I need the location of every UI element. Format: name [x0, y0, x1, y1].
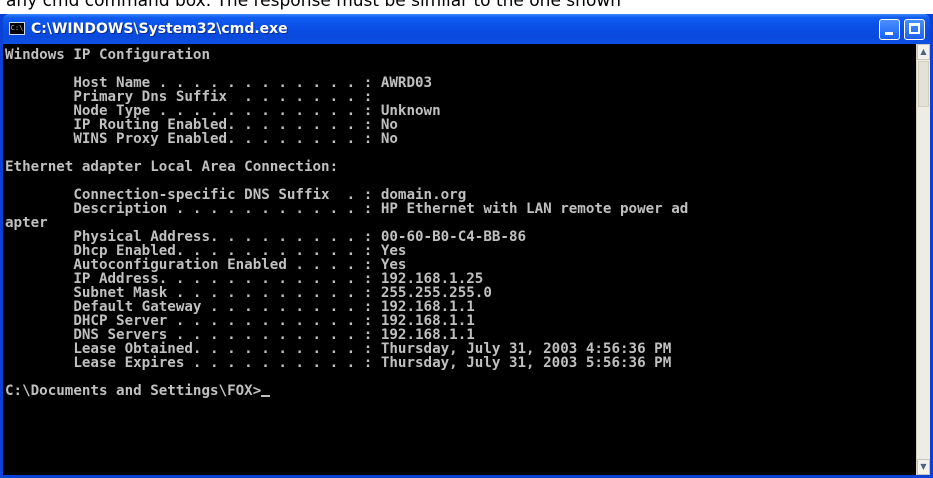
console-line: Dhcp Enabled. . . . . . . . . . . : Yes	[5, 243, 407, 259]
console-line: Lease Obtained. . . . . . . . . . : Thur…	[5, 341, 672, 357]
page-caption-text: any cmd command box. The response must b…	[6, 0, 622, 11]
console-line: Lease Expires . . . . . . . . . . : Thur…	[5, 355, 672, 371]
console-line: Physical Address. . . . . . . . . : 00-6…	[5, 229, 527, 245]
vertical-scrollbar[interactable]: ▲ ▼	[916, 44, 930, 475]
console-line: DNS Servers . . . . . . . . . . . : 192.…	[5, 327, 475, 343]
text-cursor	[261, 395, 271, 397]
console-line: Default Gateway . . . . . . . . . : 192.…	[5, 299, 475, 315]
scroll-down-arrow-icon: ▼	[920, 462, 927, 471]
cmd-window: C:\ C:\WINDOWS\System32\cmd.exe Windows …	[0, 14, 933, 478]
console-line: Windows IP Configuration	[5, 47, 210, 63]
scroll-up-arrow-icon: ▲	[920, 47, 927, 56]
console-text: Windows IP Configuration Host Name . . .…	[3, 44, 916, 398]
console-line: Ethernet adapter Local Area Connection:	[5, 159, 339, 175]
console-line: IP Routing Enabled. . . . . . . . : No	[5, 117, 398, 133]
console-line: Host Name . . . . . . . . . . . . : AWRD…	[5, 75, 433, 91]
window-title: C:\WINDOWS\System32\cmd.exe	[31, 21, 288, 37]
console-output[interactable]: Windows IP Configuration Host Name . . .…	[3, 44, 916, 475]
scroll-up-button[interactable]: ▲	[917, 44, 930, 60]
page-caption: any cmd command box. The response must b…	[0, 0, 933, 14]
scroll-thumb[interactable]	[918, 61, 929, 107]
console-line: Node Type . . . . . . . . . . . . : Unkn…	[5, 103, 441, 119]
console-icon[interactable]: C:\	[9, 22, 25, 35]
command-prompt: C:\Documents and Settings\FOX>	[5, 383, 262, 399]
console-line: Description . . . . . . . . . . . : HP E…	[5, 201, 689, 217]
minimize-button[interactable]	[879, 19, 900, 40]
title-bar[interactable]: C:\ C:\WINDOWS\System32\cmd.exe	[3, 14, 930, 44]
console-line: DHCP Server . . . . . . . . . . . : 192.…	[5, 313, 475, 329]
minimize-icon	[885, 32, 893, 35]
console-line: IP Address. . . . . . . . . . . . : 192.…	[5, 271, 484, 287]
console-line: WINS Proxy Enabled. . . . . . . . : No	[5, 131, 398, 147]
console-line: Connection-specific DNS Suffix . : domai…	[5, 187, 467, 203]
command-prompt-line[interactable]: C:\Documents and Settings\FOX>	[5, 384, 916, 398]
console-line: Autoconfiguration Enabled . . . . : Yes	[5, 257, 407, 273]
scroll-down-button[interactable]: ▼	[917, 459, 930, 475]
console-line: Subnet Mask . . . . . . . . . . . : 255.…	[5, 285, 492, 301]
maximize-button[interactable]	[904, 19, 925, 40]
console-line: Primary Dns Suffix . . . . . . . :	[5, 89, 373, 105]
maximize-icon	[909, 23, 920, 34]
console-line: apter	[5, 215, 48, 231]
